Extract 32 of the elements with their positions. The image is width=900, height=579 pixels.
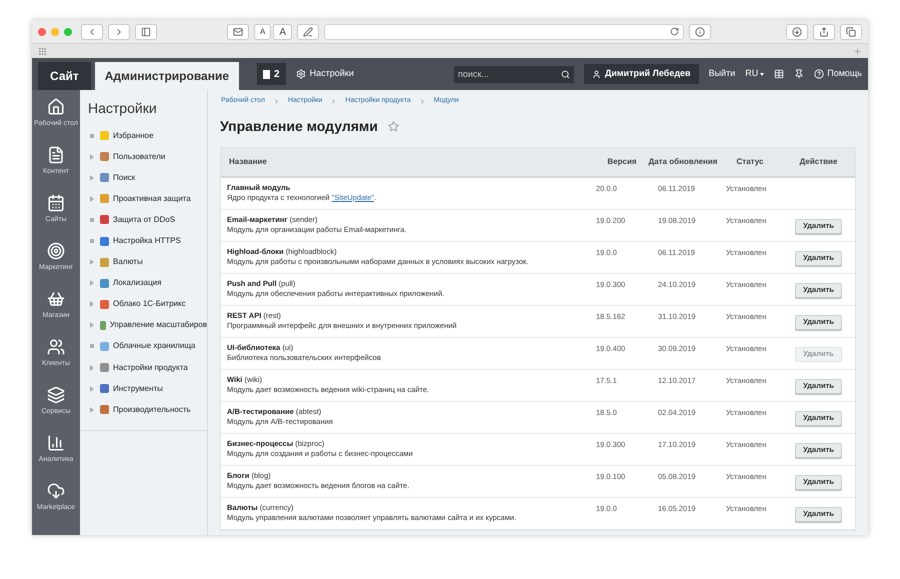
column-header: Статус [736,156,764,168]
settings-item[interactable]: Проактивная защита [113,192,191,205]
text-size-button[interactable]: A [254,24,272,40]
settings-item[interactable]: Поиск [113,172,136,184]
settings-item[interactable]: Избранное [113,130,154,142]
language-select[interactable]: RU [745,67,758,81]
settings-item[interactable]: Пользователи [113,150,166,163]
help-link[interactable]: Помощь [827,67,862,81]
search-field[interactable]: поиск... [454,66,574,82]
column-header: Дата обновления [648,156,718,166]
settings-item[interactable]: Локализация [113,277,162,290]
logout-link[interactable]: Выйти [708,67,736,81]
settings-item[interactable]: Валюты [113,256,143,268]
settings-item[interactable]: Облако 1С-Битрикс [113,298,186,310]
top-tab[interactable]: Сайт [38,62,91,90]
settings-link[interactable]: Настройки [310,67,354,81]
settings-item[interactable]: Производительность [113,404,191,416]
settings-item[interactable]: Инструменты [113,382,163,395]
column-header: Название [228,156,268,168]
page-title: Управление модулями [220,116,378,136]
column-header: Версия [606,156,638,168]
settings-item[interactable]: Настройки продукта [113,362,188,374]
settings-item[interactable]: Облачные хранилища [113,340,196,352]
notifications-button[interactable]: 2 [257,63,286,85]
settings-item[interactable]: Настройка HTTPS [113,235,181,248]
panel-title: Настройки [87,99,158,118]
top-tab[interactable]: Администрирование [94,62,240,90]
column-header: Действие [798,156,838,168]
settings-item[interactable]: Управление масштабиров [110,319,207,332]
settings-item[interactable]: Защита от DDoS [113,214,176,226]
text-size-button[interactable]: A [273,24,292,40]
user-button[interactable]: Димитрий Лебедев [584,64,699,84]
